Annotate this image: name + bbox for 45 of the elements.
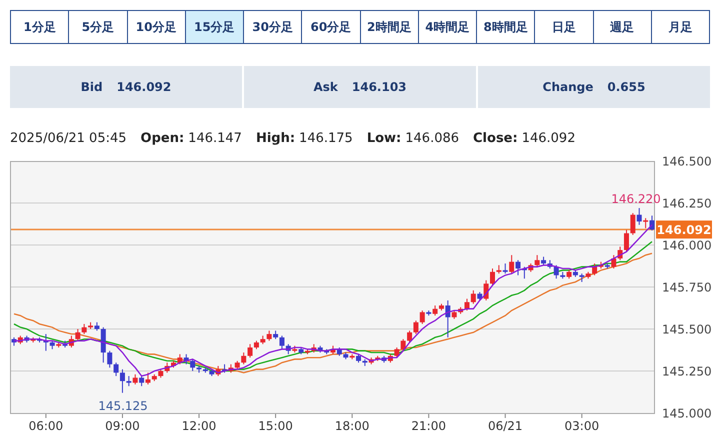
- price-axis-label: 146.000: [662, 238, 712, 252]
- high-price-label: 146.220: [611, 192, 661, 206]
- time-axis-label: 15:00: [258, 419, 293, 433]
- ohlc-value: 146.175: [299, 130, 353, 148]
- quote-value: 0.655: [607, 79, 646, 96]
- timeframe-tab[interactable]: 1分足: [10, 10, 70, 44]
- timeframe-tab[interactable]: 2時間足: [360, 10, 419, 44]
- timeframe-tab[interactable]: 5分足: [69, 10, 128, 44]
- time-axis-label: 12:00: [182, 419, 216, 433]
- timeframe-tab[interactable]: 10分足: [128, 10, 186, 44]
- price-axis-label: 145.750: [662, 280, 712, 294]
- price-axis-label: 145.250: [662, 364, 712, 378]
- quote-value: 146.103: [352, 79, 407, 96]
- timeframe-tab[interactable]: 8時間足: [477, 10, 536, 44]
- timeframe-tab[interactable]: 週足: [594, 10, 652, 44]
- timeframe-tab[interactable]: 日足: [535, 10, 594, 44]
- quote-label: Ask: [313, 79, 338, 96]
- timeframe-tab[interactable]: 60分足: [302, 10, 360, 44]
- ohlc-datetime: 2025/06/21 05:45: [10, 130, 127, 148]
- quote-label: Change: [542, 79, 594, 96]
- time-axis-label: 03:00: [564, 419, 600, 433]
- ohlc-label: High:: [256, 130, 296, 148]
- ohlc-label: Open:: [140, 130, 184, 148]
- ohlc-value: 146.147: [188, 130, 242, 148]
- time-axis-label: 21:00: [411, 419, 446, 433]
- ohlc-value: 146.086: [405, 130, 460, 148]
- time-axis-label: 06:00: [28, 419, 64, 433]
- timeframe-tab[interactable]: 月足: [652, 10, 710, 44]
- timeframe-tab[interactable]: 15分足: [186, 10, 244, 44]
- quote-label: Bid: [80, 79, 103, 96]
- current-price-tag: 146.092: [656, 220, 712, 239]
- price-axis-label: 145.500: [662, 322, 712, 336]
- price-axis-label: 146.250: [662, 196, 712, 210]
- quote-value: 146.092: [116, 79, 172, 96]
- time-axis-label: 18:00: [334, 419, 370, 433]
- price-axis-label: 146.500: [662, 154, 712, 168]
- timeframe-tab[interactable]: 30分足: [244, 10, 302, 44]
- timeframe-tab[interactable]: 4時間足: [418, 10, 477, 44]
- ohlc-label: Close:: [473, 130, 518, 148]
- time-axis-label: 09:00: [105, 419, 140, 433]
- ohlc-label: Low:: [366, 130, 402, 148]
- ohlc-value: 146.092: [522, 130, 576, 148]
- price-axis-label: 145.000: [662, 406, 712, 420]
- time-axis-label: 06/21: [488, 419, 523, 433]
- low-price-label: 145.125: [98, 399, 148, 413]
